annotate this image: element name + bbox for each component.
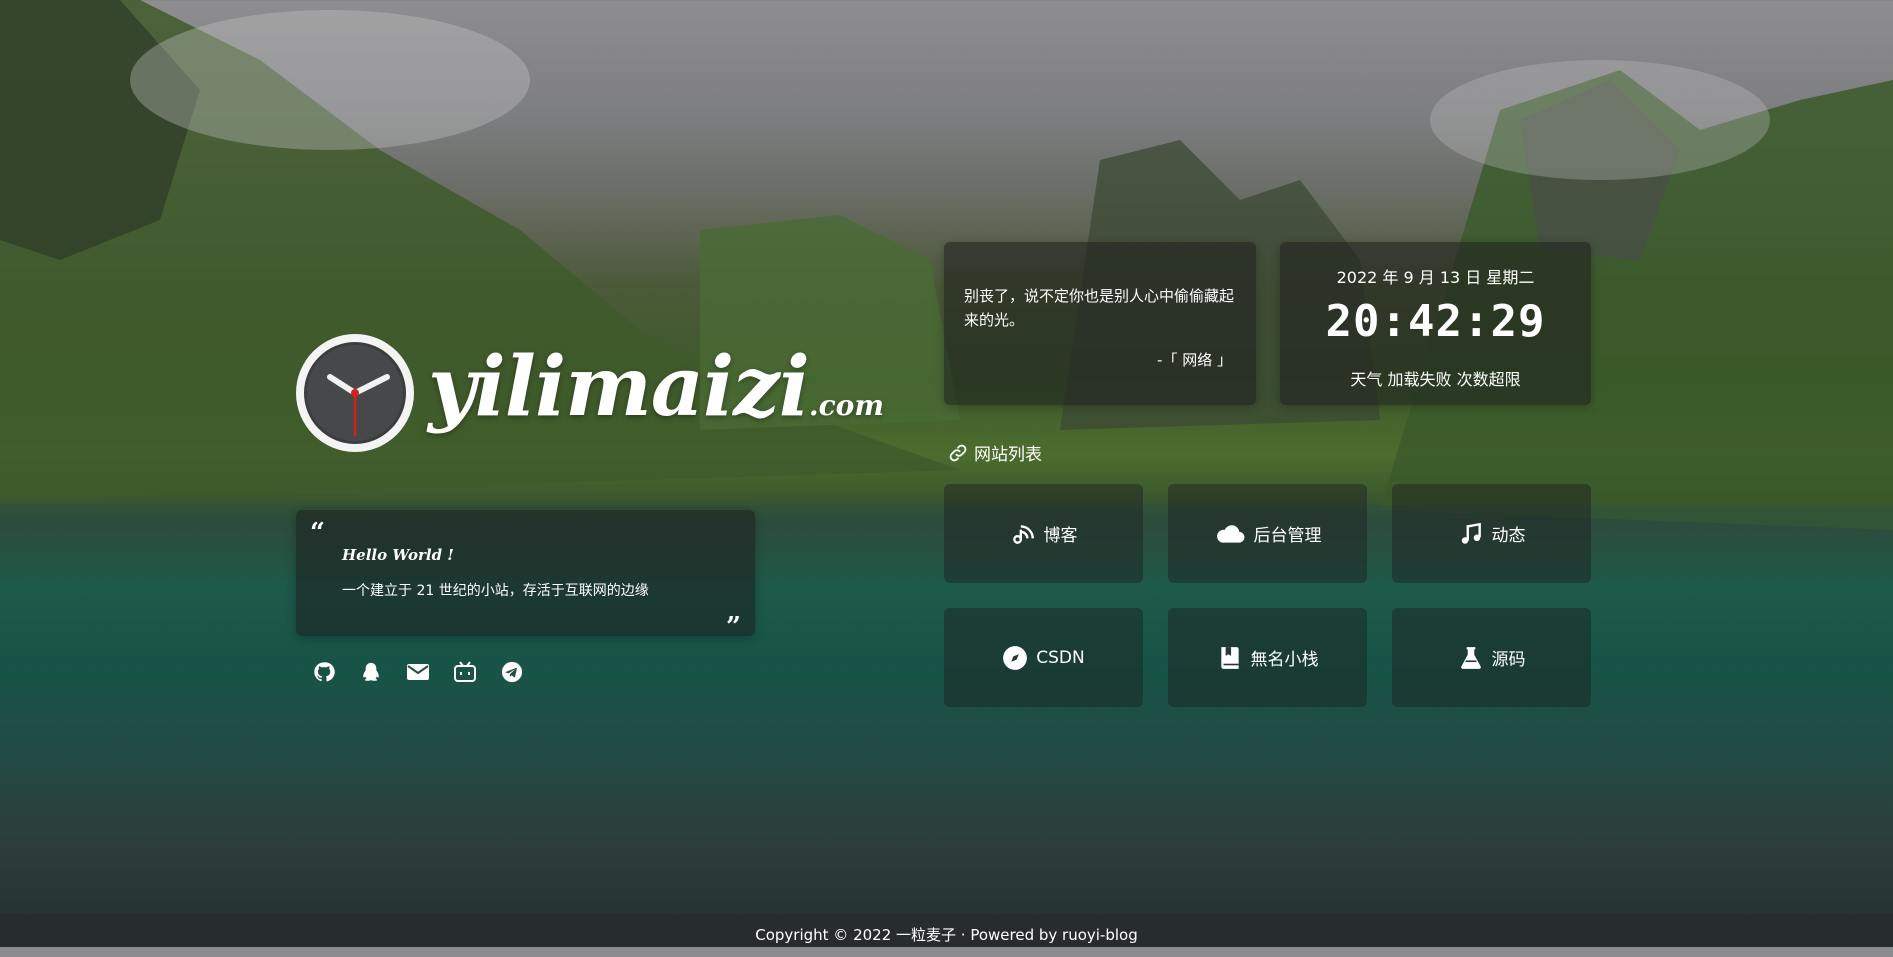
copyright-text: Copyright © 2022 一粒麦子 · Powered by ruoyi… — [755, 926, 1138, 944]
social-links — [312, 660, 524, 684]
brand-wordmark: yilimaizi.com — [428, 339, 884, 435]
close-quote-icon: ” — [726, 612, 741, 642]
bilibili-icon[interactable] — [453, 660, 477, 684]
sites-title: 网站列表 — [948, 440, 1042, 465]
qq-icon[interactable] — [359, 660, 383, 684]
date-text: 2022 年 9 月 13 日 星期二 — [1336, 268, 1535, 287]
intro-hello: Hello World ! — [342, 546, 454, 564]
clock-logo-icon — [296, 334, 414, 452]
site-tile-label: 后台管理 — [1253, 526, 1322, 546]
weather-text: 天气 加载失败 次数超限 — [1350, 370, 1521, 389]
site-tile-csdn[interactable]: CSDN — [944, 608, 1143, 707]
quote-source: -「 网络 」 — [1157, 351, 1232, 369]
book-icon — [1220, 646, 1239, 669]
brand-tld: .com — [808, 389, 884, 422]
site-tile-blog[interactable]: 博客 — [944, 484, 1143, 583]
brand-name: yilimaizi — [428, 339, 810, 435]
flask-icon — [1460, 646, 1481, 669]
site-tile-admin[interactable]: 后台管理 — [1168, 484, 1367, 583]
music-icon — [1461, 522, 1481, 544]
quote-text: 别丧了，说不定你也是别人心中偷偷藏起来的光。 — [964, 287, 1235, 329]
open-quote-icon: “ — [310, 518, 325, 548]
intro-text: 一个建立于 21 世纪的小站，存活于互联网的边缘 — [342, 583, 649, 599]
quote-card: 别丧了，说不定你也是别人心中偷偷藏起来的光。 -「 网络 」 — [944, 242, 1256, 405]
clock-time: 20:42:29 — [1325, 296, 1546, 347]
footer: Copyright © 2022 一粒麦子 · Powered by ruoyi… — [0, 913, 1893, 947]
compass-icon — [1003, 645, 1028, 670]
site-tile-source[interactable]: 源码 — [1392, 608, 1591, 707]
datetime-card: 2022 年 9 月 13 日 星期二 20:42:29 天气 加载失败 次数超… — [1280, 242, 1591, 405]
blog-icon — [1012, 524, 1034, 544]
site-logo[interactable]: yilimaizi.com — [294, 332, 884, 454]
sites-title-label: 网站列表 — [974, 445, 1042, 465]
telegram-icon[interactable] — [500, 660, 524, 684]
site-tile-label: 無名小栈 — [1250, 650, 1319, 670]
cloud-icon — [1216, 524, 1244, 543]
site-tile-label: 博客 — [1043, 526, 1078, 546]
mail-icon[interactable] — [406, 660, 430, 684]
site-tile-label: 源码 — [1491, 650, 1526, 670]
github-icon[interactable] — [312, 660, 336, 684]
intro-card: “ Hello World ! 一个建立于 21 世纪的小站，存活于互联网的边缘… — [296, 510, 755, 642]
site-tile-dynamic[interactable]: 动态 — [1392, 484, 1591, 583]
site-tile-label: 动态 — [1491, 526, 1526, 546]
background-landscape — [0, 0, 1893, 545]
site-tile-label: CSDN — [1036, 647, 1085, 668]
link-icon — [949, 444, 967, 461]
site-tile-wuming[interactable]: 無名小栈 — [1168, 608, 1367, 707]
